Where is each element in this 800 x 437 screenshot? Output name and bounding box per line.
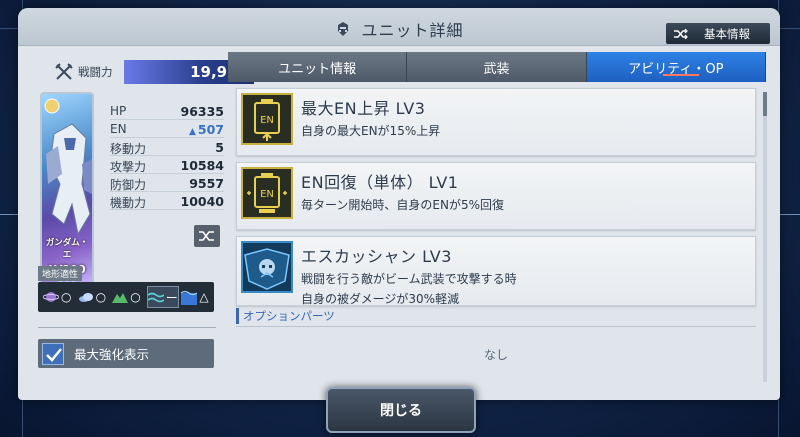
unit-card[interactable]: ガンダム・エ LV100 ★★★ [40, 92, 94, 288]
ability-item[interactable]: EN EN回復（単体） LV1 毎ターン開始時、自身のENが5%回復 [236, 162, 756, 230]
tab-weapons[interactable]: 武装 [407, 52, 587, 82]
scrollbar-thumb[interactable] [763, 92, 767, 116]
terrain-grade: ○ [61, 290, 72, 304]
crossed-swords-icon [55, 63, 73, 80]
stat-label: EN [110, 122, 127, 136]
stat-row-mobility: 機動力 10040 [110, 192, 224, 210]
underwater-icon [181, 290, 198, 305]
page-title: ユニット詳細 [361, 21, 464, 40]
divider [38, 327, 216, 328]
terrain-water: ー [146, 286, 180, 308]
stat-value: 10040 [180, 194, 225, 209]
terrain-ground: ○ [112, 286, 145, 308]
stat-row-attack: 攻撃力 10584 [110, 156, 224, 174]
max-enhance-toggle[interactable]: 最大強化表示 [38, 339, 214, 368]
ability-name: 最大EN上昇 LV3 [301, 99, 426, 118]
combat-power-label: 戦闘力 [78, 65, 113, 79]
tab-unit-info[interactable]: ユニット情報 [228, 52, 408, 82]
stat-row-en: EN ▲ 507 [110, 120, 224, 138]
stat-value: 9557 [189, 176, 224, 191]
divider [236, 326, 756, 327]
ability-description: 戦闘を行う敵がビーム武装で攻撃する時 自身の被ダメージが30%軽減 [301, 272, 517, 306]
terrain-adaptability: ○ ○ ○ ー △ [38, 282, 214, 312]
option-parts-empty: なし [483, 348, 508, 362]
space-icon [43, 292, 59, 302]
detail-tabs: ユニット情報 武装 アビリティ・OP [228, 52, 766, 82]
water-icon [147, 292, 164, 303]
stat-row-defense: 防御力 9557 [110, 174, 224, 192]
tab-abilities-op[interactable]: アビリティ・OP [586, 52, 766, 82]
unit-name: ガンダム・エ [45, 238, 89, 260]
shuffle-icon [199, 231, 214, 241]
ability-description: 自身の最大ENが15%上昇 [301, 124, 441, 138]
ability-item[interactable]: エスカッシャン LV3 戦闘を行う敵がビーム武装で攻撃する時 自身の被ダメージが… [236, 236, 756, 306]
stat-label: 移動力 [110, 142, 147, 156]
ability-scrollbar[interactable] [763, 92, 767, 382]
combat-power: 戦闘力 19,916 [54, 60, 254, 84]
stat-value: 10584 [180, 158, 225, 173]
terrain-grade: ー [165, 290, 178, 305]
en-recover-icon: EN [241, 167, 293, 219]
terrain-underwater: △ [181, 286, 214, 308]
option-parts-heading: オプションパーツ [236, 308, 335, 324]
air-icon [78, 293, 93, 302]
ability-list: EN 最大EN上昇 LV3 自身の最大ENが15%上昇 EN EN回復（単体） … [236, 88, 756, 312]
titlebar: ユニット詳細 基本情報 [18, 8, 780, 46]
ability-item[interactable]: EN 最大EN上昇 LV3 自身の最大ENが15%上昇 [236, 88, 756, 156]
terrain-air: ○ [78, 286, 111, 308]
terrain-grade: △ [199, 290, 209, 304]
shuffle-icon [674, 28, 688, 39]
stat-label: 攻撃力 [110, 160, 147, 174]
ground-icon [112, 293, 129, 303]
terrain-space: ○ [43, 286, 76, 308]
ability-description: 毎ターン開始時、自身のENが5%回復 [301, 198, 504, 212]
ability-name: エスカッシャン LV3 [301, 247, 452, 266]
basic-info-button[interactable]: 基本情報 [666, 23, 770, 44]
en-up-icon: EN [241, 93, 293, 145]
boost-arrow-icon: ▲ [188, 127, 196, 137]
stat-label: 防御力 [110, 178, 147, 192]
escutcheon-icon [241, 241, 293, 293]
terrain-grade: ○ [130, 290, 141, 304]
stat-row-hp: HP 96335 [110, 102, 224, 120]
terrain-label: 地形適性 [38, 266, 83, 281]
basic-info-label: 基本情報 [704, 26, 750, 41]
ability-name: EN回復（単体） LV1 [301, 173, 459, 192]
stat-value: 96335 [180, 104, 225, 119]
checkmark-icon [46, 347, 62, 362]
unit-head-icon [338, 22, 349, 36]
stat-label: HP [110, 104, 127, 118]
unit-detail-window: ユニット詳細 基本情報 戦闘力 19,916 ガンダム・エ HP 96335 E… [18, 8, 780, 400]
max-enhance-label: 最大強化表示 [74, 347, 150, 362]
swap-unit-button[interactable] [194, 225, 220, 247]
stat-label: 機動力 [110, 196, 147, 210]
svg-text:EN: EN [260, 189, 274, 200]
stat-row-move: 移動力 5 [110, 138, 224, 156]
unit-stats: HP 96335 EN ▲ 507 移動力 5 攻撃力 10584 防御力 955… [110, 102, 224, 210]
stat-value: ▲ 507 [188, 122, 224, 137]
terrain-grade: ○ [95, 290, 107, 304]
max-enhance-checkbox[interactable] [42, 342, 64, 365]
stat-value: 5 [215, 140, 224, 155]
close-button[interactable]: 閉じる [326, 387, 476, 433]
unit-summary-panel: 戦闘力 19,916 ガンダム・エ LV100 ★★★ HP 96335 EN … [18, 46, 254, 400]
svg-text:EN: EN [260, 115, 274, 126]
